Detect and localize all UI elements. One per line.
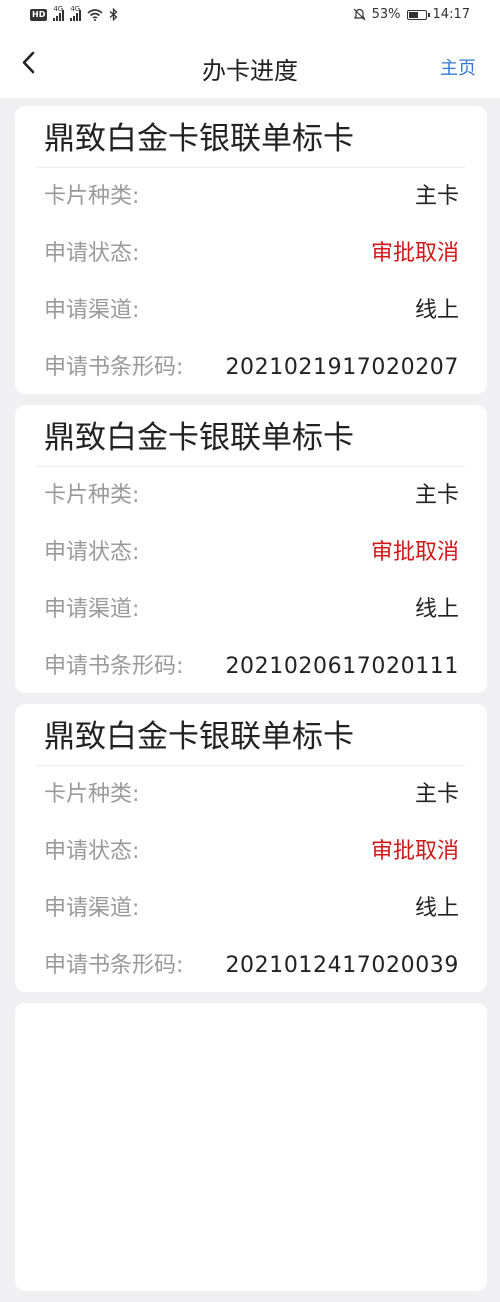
card-title: 鼎致白金卡银联单标卡 xyxy=(37,106,465,168)
status-row: 申请状态: 审批取消 xyxy=(37,225,459,282)
channel-label: 申请渠道: xyxy=(44,597,140,622)
channel-value: 线上 xyxy=(414,896,459,921)
battery-percent: 53% xyxy=(371,7,401,22)
nav-bar: 办卡进度 主页 xyxy=(0,32,500,98)
home-button[interactable]: 主页 xyxy=(440,54,476,80)
barcode-value: 2021020617020111 xyxy=(225,654,459,679)
application-card[interactable]: 鼎致白金卡银联单标卡 卡片种类: 主卡 申请状态: 审批取消 申请渠道: 线上 … xyxy=(15,405,487,693)
signal-icon-2: 4G xyxy=(70,5,82,21)
card-type-label: 卡片种类: xyxy=(44,184,140,209)
card-type-row: 卡片种类: 主卡 xyxy=(37,168,459,225)
channel-row: 申请渠道: 线上 xyxy=(37,581,459,638)
channel-row: 申请渠道: 线上 xyxy=(37,282,459,339)
barcode-label: 申请书条形码: xyxy=(44,953,184,978)
barcode-row: 申请书条形码: 2021021917020207 xyxy=(37,339,459,396)
channel-label: 申请渠道: xyxy=(44,298,140,323)
card-type-label: 卡片种类: xyxy=(44,483,140,508)
battery-icon xyxy=(406,9,430,20)
card-title: 鼎致白金卡银联单标卡 xyxy=(37,405,465,467)
barcode-row: 申请书条形码: 2021020617020111 xyxy=(37,638,459,695)
card-type-row: 卡片种类: 主卡 xyxy=(37,766,459,823)
status-label: 申请状态: xyxy=(44,540,140,565)
clock: 14:17 xyxy=(432,7,470,22)
mute-icon xyxy=(353,8,366,21)
status-row: 申请状态: 审批取消 xyxy=(37,823,459,880)
status-label: 申请状态: xyxy=(44,839,140,864)
card-type-value: 主卡 xyxy=(414,184,459,209)
application-card[interactable]: 鼎致白金卡银联单标卡 卡片种类: 主卡 申请状态: 审批取消 申请渠道: 线上 … xyxy=(15,106,487,394)
barcode-label: 申请书条形码: xyxy=(44,654,184,679)
channel-row: 申请渠道: 线上 xyxy=(37,880,459,937)
channel-label: 申请渠道: xyxy=(44,896,140,921)
barcode-value: 2021021917020207 xyxy=(225,355,459,380)
wifi-icon xyxy=(87,8,103,21)
channel-value: 线上 xyxy=(414,298,459,323)
barcode-row: 申请书条形码: 2021012417020039 xyxy=(37,937,459,994)
bluetooth-icon xyxy=(109,8,118,21)
barcode-value: 2021012417020039 xyxy=(225,953,459,978)
application-card-partial[interactable] xyxy=(15,1003,487,1291)
card-type-row: 卡片种类: 主卡 xyxy=(37,467,459,524)
status-label: 申请状态: xyxy=(44,241,140,266)
barcode-label: 申请书条形码: xyxy=(44,355,184,380)
header: HD 4G 4G 53% 14:17 办卡进度 主页 xyxy=(0,0,500,98)
application-card[interactable]: 鼎致白金卡银联单标卡 卡片种类: 主卡 申请状态: 审批取消 申请渠道: 线上 … xyxy=(15,704,487,992)
signal-icon: 4G xyxy=(53,5,65,21)
status-value: 审批取消 xyxy=(370,540,459,565)
status-bar-left: HD 4G 4G xyxy=(30,5,118,21)
status-bar: HD 4G 4G 53% 14:17 xyxy=(0,0,500,32)
status-row: 申请状态: 审批取消 xyxy=(37,524,459,581)
card-title: 鼎致白金卡银联单标卡 xyxy=(37,704,465,766)
card-type-label: 卡片种类: xyxy=(44,782,140,807)
status-value: 审批取消 xyxy=(370,839,459,864)
card-type-value: 主卡 xyxy=(414,782,459,807)
status-bar-right: 53% 14:17 xyxy=(353,7,470,22)
page-title: 办卡进度 xyxy=(202,57,298,85)
card-type-value: 主卡 xyxy=(414,483,459,508)
hd-badge: HD xyxy=(30,8,48,21)
card-list: 鼎致白金卡银联单标卡 卡片种类: 主卡 申请状态: 审批取消 申请渠道: 线上 … xyxy=(15,106,487,1302)
status-value: 审批取消 xyxy=(370,241,459,266)
channel-value: 线上 xyxy=(414,597,459,622)
